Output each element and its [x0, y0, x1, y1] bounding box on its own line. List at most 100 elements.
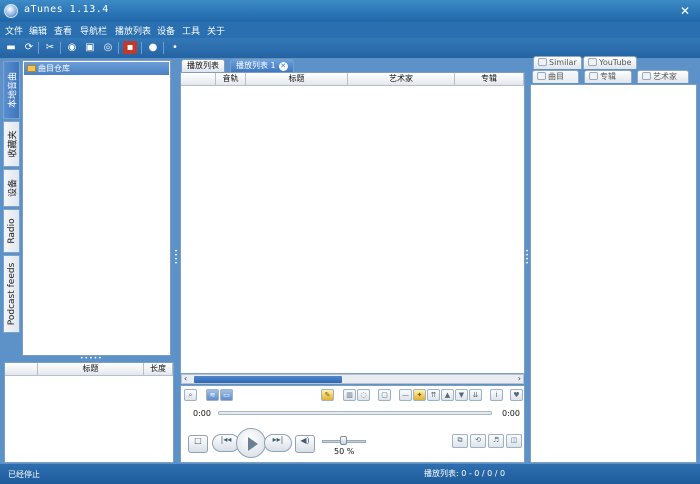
play-icon — [248, 437, 258, 451]
artist-icon — [642, 72, 651, 80]
column-header-length[interactable]: 长度 — [144, 363, 173, 376]
toolbar-separator — [38, 42, 39, 54]
vtab-label: Radio — [6, 218, 17, 244]
column-header-track[interactable]: 音轨 — [216, 73, 246, 86]
splitter-handle[interactable]: ••••• — [80, 356, 102, 362]
column-header-icon[interactable] — [5, 363, 38, 376]
scroll-right-icon[interactable]: › — [518, 374, 521, 383]
column-header-title[interactable]: 标题 — [38, 363, 144, 376]
menu-navigator[interactable]: 导航栏 — [80, 24, 107, 37]
vtab-devices[interactable]: 设备 — [3, 169, 20, 207]
repeat-icon[interactable]: ⟲ — [470, 434, 486, 448]
close-tab-icon[interactable]: ✕ — [278, 62, 288, 71]
navigator-tree[interactable]: 曲目仓库 — [22, 60, 171, 356]
clear-icon[interactable]: ✦ — [413, 389, 426, 401]
tree-root-label: 曲目仓库 — [38, 64, 70, 73]
device-icon[interactable]: ▣ — [83, 41, 97, 54]
tab-youtube[interactable]: YouTube — [583, 56, 637, 69]
vtab-favorites[interactable]: 收藏夹 — [3, 121, 20, 167]
column-header-title[interactable]: 标题 — [246, 73, 348, 86]
karaoke-icon[interactable]: ◫ — [506, 434, 522, 448]
vtab-local-repository[interactable]: 本地音曲 — [3, 61, 20, 119]
toolbar-separator — [118, 42, 119, 54]
wifi-icon[interactable]: ≋ — [206, 389, 219, 401]
remove-icon[interactable]: — — [399, 389, 412, 401]
filter-icon[interactable]: ◌ — [357, 389, 370, 401]
toolbar-separator — [163, 42, 164, 54]
playlist-tab-strip: 播放列表 播放列表 1 ✕ — [178, 58, 525, 72]
playlist-table[interactable]: 音轨 标题 艺术家 专辑 — [180, 72, 525, 374]
folder-icon — [27, 65, 36, 72]
folder-icon[interactable]: ▭ — [220, 389, 233, 401]
tab-playlist-1[interactable]: 播放列表 1 ✕ — [230, 59, 294, 72]
mute-button[interactable]: ◀) — [295, 435, 315, 453]
vtab-podcast-feeds[interactable]: Podcast feeds — [3, 255, 20, 333]
move-up-icon[interactable]: ▲ — [441, 389, 454, 401]
menu-devices[interactable]: 设备 — [157, 24, 175, 37]
podcast-icon[interactable]: ▪ — [123, 41, 137, 54]
tab-playlist[interactable]: 播放列表 — [181, 59, 225, 72]
splitter-handle-left[interactable]: • • • • — [174, 249, 178, 267]
favorite-icon[interactable]: ♥ — [510, 389, 523, 401]
vtab-label: Podcast feeds — [6, 262, 17, 326]
vtab-radio[interactable]: Radio — [3, 209, 20, 253]
menu-edit[interactable]: 编辑 — [29, 24, 47, 37]
arrange-columns-icon[interactable]: ▥ — [343, 389, 356, 401]
refresh-icon[interactable]: ⟳ — [22, 41, 36, 54]
radio-icon[interactable]: ◎ — [101, 41, 115, 54]
scroll-left-icon[interactable]: ‹ — [184, 374, 187, 383]
track-icon — [537, 72, 546, 80]
move-bottom-icon[interactable]: ⇊ — [469, 389, 482, 401]
menu-playlist[interactable]: 播放列表 — [115, 24, 151, 37]
splitter-handle-right[interactable]: • • • • — [525, 249, 529, 267]
tools-icon[interactable]: ✂ — [43, 41, 57, 54]
menu-bar: 文件 编辑 查看 导航栏 播放列表 设备 工具 关于 — [0, 22, 700, 38]
shuffle-icon[interactable]: ⧉ — [452, 434, 468, 448]
move-down-icon[interactable]: ▼ — [455, 389, 468, 401]
vtab-label: 本地音曲 — [8, 71, 18, 109]
toolbar: ▬ ⟳ ✂ ◉ ▣ ◎ ▪ ● • — [0, 38, 700, 58]
tab-album[interactable]: 专辑 — [584, 70, 632, 83]
equalizer-icon[interactable]: ♬ — [488, 434, 504, 448]
status-text: 已经停止 — [8, 470, 40, 479]
progress-slider[interactable] — [218, 411, 492, 415]
volume-label: 50 % — [334, 447, 355, 456]
star-icon[interactable]: • — [168, 41, 182, 54]
app-icon — [4, 4, 18, 18]
column-header-artist[interactable]: 艺术家 — [348, 73, 455, 86]
volume-slider-knob[interactable] — [340, 436, 347, 445]
menu-view[interactable]: 查看 — [54, 24, 72, 37]
tab-label: 艺术家 — [653, 72, 677, 81]
copy-icon[interactable]: ▢ — [378, 389, 391, 401]
search-icon[interactable]: ⌕ — [184, 389, 197, 401]
tab-similar[interactable]: Similar — [533, 56, 582, 69]
window-title: aTunes 1.13.4 — [24, 4, 109, 15]
horizontal-scrollbar[interactable]: ‹ › — [181, 374, 524, 384]
column-header-icon[interactable] — [181, 73, 216, 86]
navigator-track-table[interactable]: 标题 长度 — [4, 362, 174, 463]
navigator-vertical-tabs: 本地音曲 收藏夹 设备 Radio Podcast feeds — [3, 61, 20, 361]
column-header-album[interactable]: 专辑 — [455, 73, 524, 86]
play-button[interactable] — [236, 428, 266, 458]
menu-file[interactable]: 文件 — [5, 24, 23, 37]
repository-icon[interactable]: ◉ — [65, 41, 79, 54]
toolbar-separator — [60, 42, 61, 54]
tab-label: 播放列表 1 — [236, 61, 276, 70]
vtab-label: 设备 — [8, 178, 18, 198]
info-icon[interactable]: ● — [146, 41, 160, 54]
album-icon — [589, 72, 598, 80]
info-icon[interactable]: i — [490, 389, 503, 401]
tab-track[interactable]: 曲目 — [532, 70, 579, 83]
next-button[interactable]: ▸▸| — [264, 434, 292, 452]
scrollbar-thumb[interactable] — [194, 376, 342, 383]
close-button[interactable]: ✕ — [652, 3, 696, 19]
menu-tools[interactable]: 工具 — [182, 24, 200, 37]
tab-artist[interactable]: 艺术家 — [637, 70, 689, 83]
edit-icon[interactable]: ✎ — [321, 389, 334, 401]
tree-root-repository[interactable]: 曲目仓库 — [24, 62, 169, 75]
folder-open-icon[interactable]: ▬ — [4, 41, 18, 54]
menu-about[interactable]: 关于 — [207, 24, 225, 37]
stop-button[interactable]: □ — [188, 435, 208, 453]
move-top-icon[interactable]: ⇈ — [427, 389, 440, 401]
toolbar-separator — [141, 42, 142, 54]
